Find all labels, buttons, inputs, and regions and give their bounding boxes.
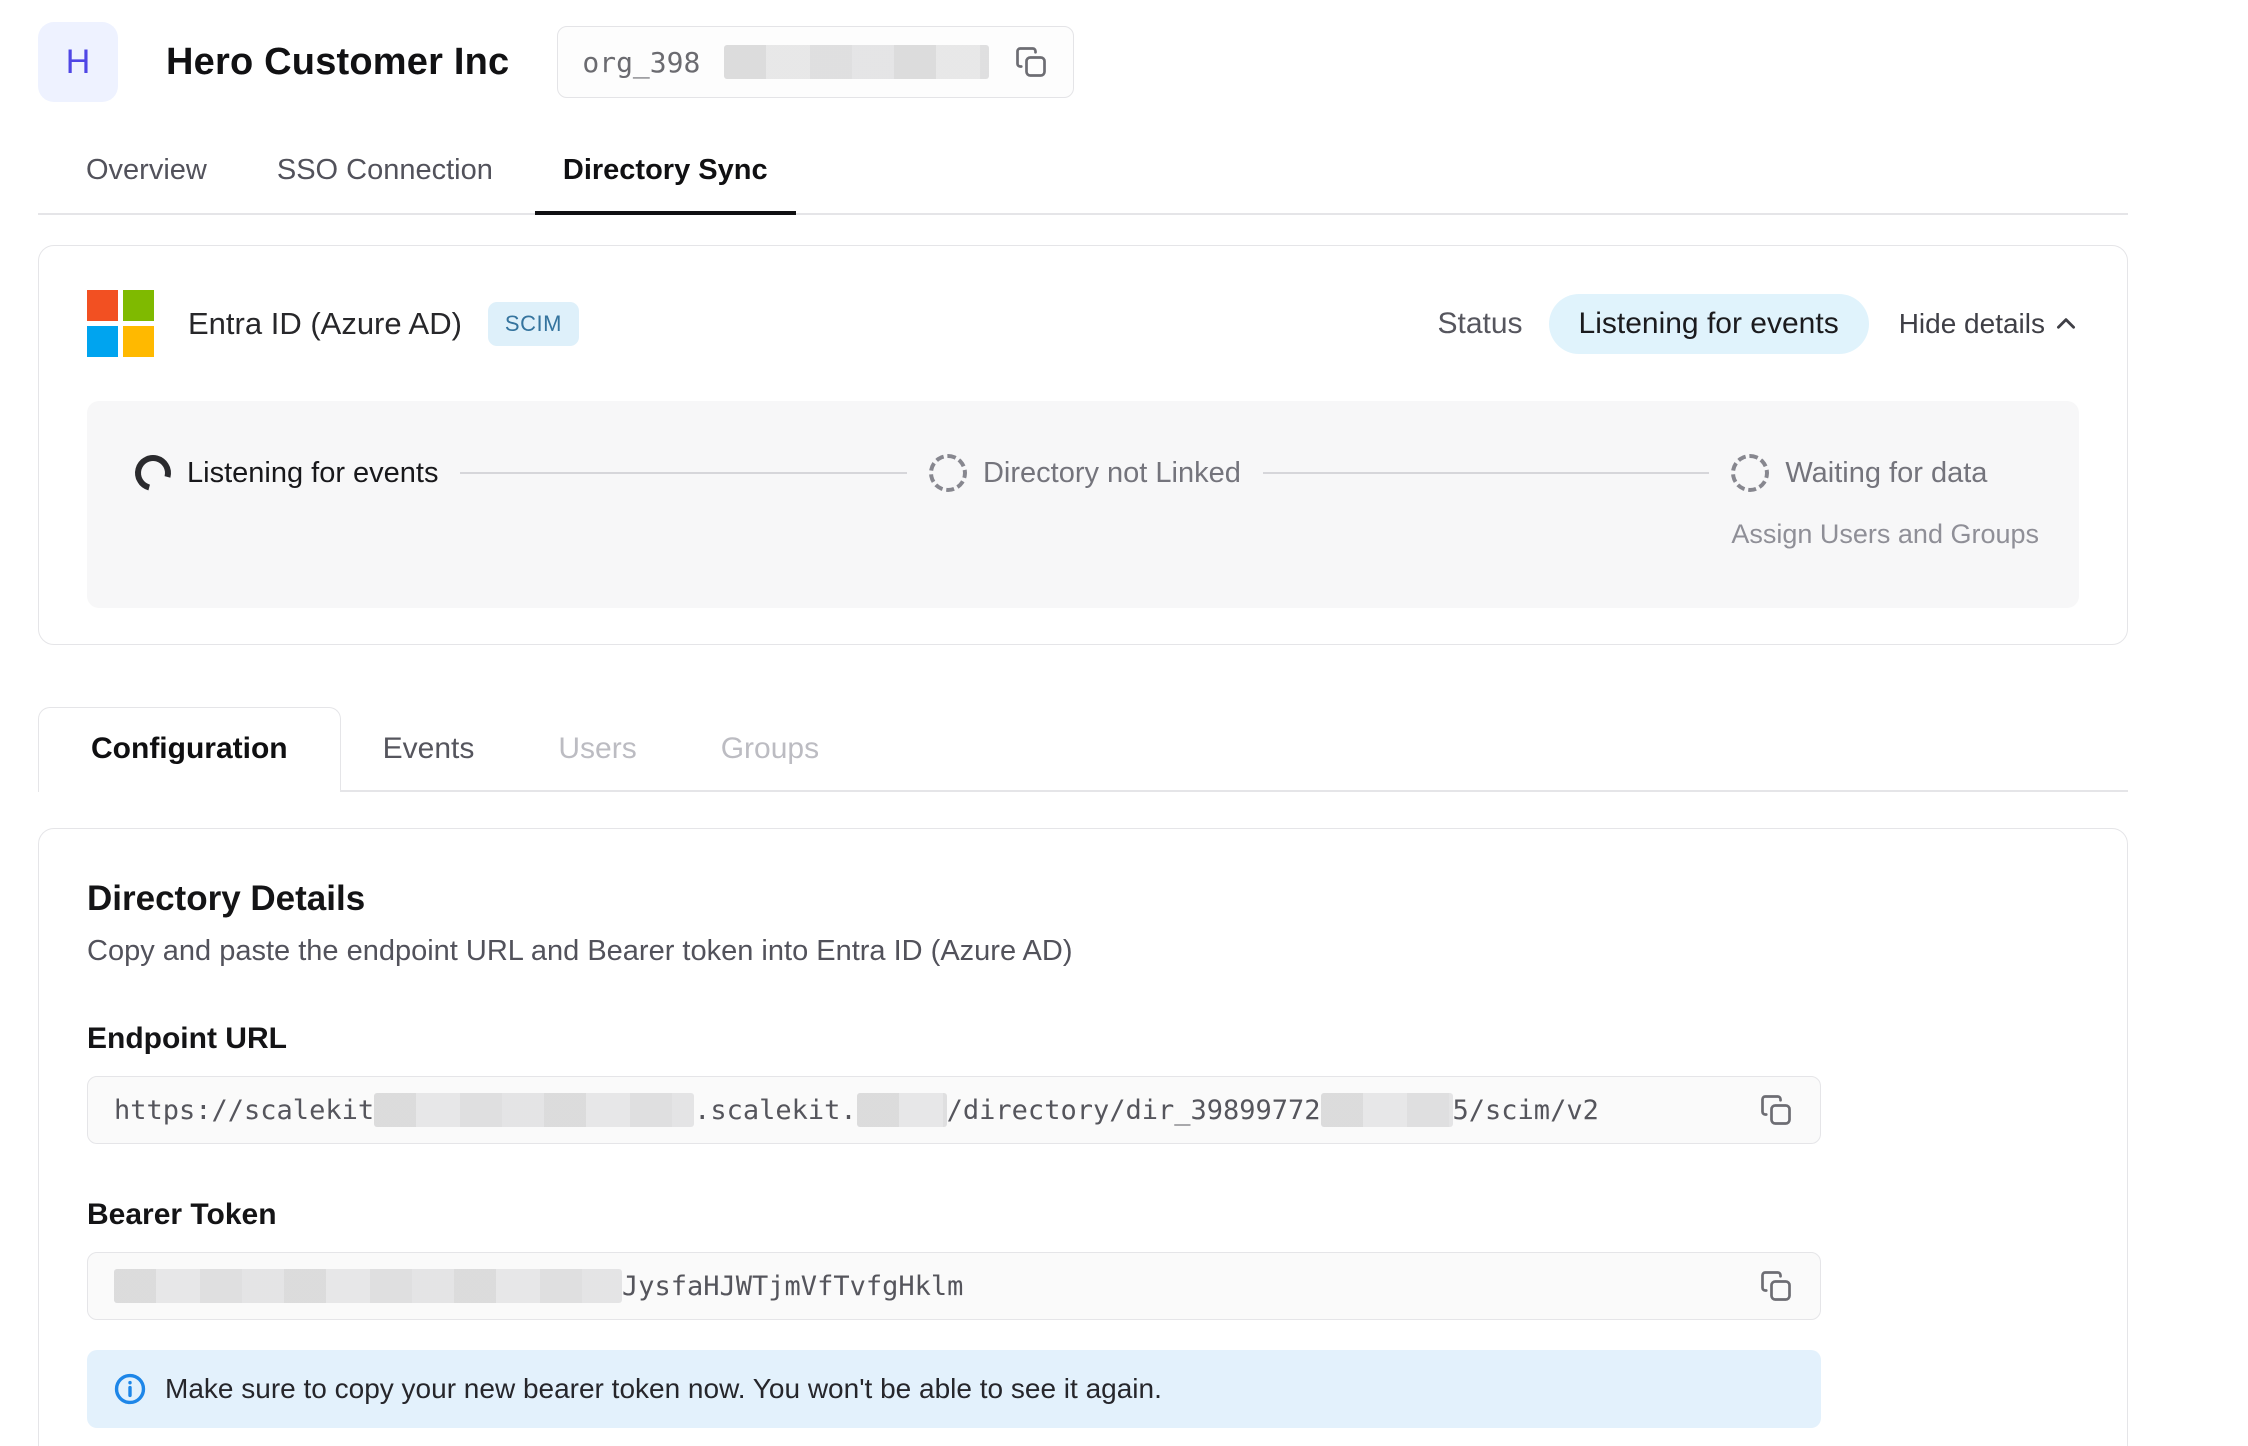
- provider-card-header: Entra ID (Azure AD) SCIM Status Listenin…: [87, 290, 2079, 357]
- sync-progress-stepper: Listening for events Directory not Linke…: [87, 401, 2079, 608]
- dashed-circle-icon: [929, 454, 967, 492]
- subtab-users: Users: [516, 708, 678, 790]
- org-avatar-letter: H: [66, 43, 91, 82]
- tab-sso-connection[interactable]: SSO Connection: [249, 128, 521, 213]
- subtab-groups: Groups: [679, 708, 861, 790]
- section-title: Directory Details: [87, 879, 2079, 919]
- url-redacted-segment: [1321, 1093, 1453, 1127]
- org-id-text: org_398: [582, 46, 700, 79]
- section-subtitle: Copy and paste the endpoint URL and Bear…: [87, 935, 2079, 968]
- url-segment: https://scalekit: [114, 1095, 374, 1126]
- org-id-redacted: [724, 45, 989, 79]
- token-warning-banner: Make sure to copy your new bearer token …: [87, 1350, 1821, 1428]
- provider-name: Entra ID (Azure AD): [188, 306, 462, 342]
- step-waiting-sublabel: Assign Users and Groups: [1731, 519, 2039, 550]
- dashed-circle-icon: [1731, 454, 1769, 492]
- endpoint-url-value: https://scalekit .scalekit. /directory/d…: [114, 1093, 1758, 1127]
- org-tabs: Overview SSO Connection Directory Sync: [38, 128, 2128, 215]
- hide-details-label: Hide details: [1899, 308, 2045, 340]
- org-header: H Hero Customer Inc org_398: [38, 22, 2128, 102]
- url-redacted-segment: [374, 1093, 694, 1127]
- bearer-token-label: Bearer Token: [87, 1198, 2079, 1232]
- url-segment: .scalekit.: [694, 1095, 857, 1126]
- copy-icon: [1758, 1268, 1794, 1304]
- copy-icon: [1013, 44, 1049, 80]
- bearer-token-field[interactable]: JysfaHJWTjmVfTvfgHklm: [87, 1252, 1821, 1320]
- url-segment: 5/scim/v2: [1453, 1095, 1599, 1126]
- url-segment: /directory/dir_39899772: [947, 1095, 1321, 1126]
- directory-sync-page: H Hero Customer Inc org_398 Overview SSO…: [0, 0, 2248, 1446]
- info-icon: [113, 1372, 147, 1406]
- status-label: Status: [1437, 307, 1522, 341]
- hide-details-button[interactable]: Hide details: [1899, 308, 2079, 340]
- token-redacted-segment: [114, 1269, 622, 1303]
- subtab-events[interactable]: Events: [341, 708, 517, 790]
- step-waiting-label: Waiting for data: [1785, 457, 1987, 490]
- tab-overview[interactable]: Overview: [58, 128, 235, 213]
- subtab-configuration[interactable]: Configuration: [38, 707, 341, 792]
- step-directory-not-linked: Directory not Linked: [929, 449, 1241, 497]
- token-segment: JysfaHJWTjmVfTvfgHklm: [622, 1271, 963, 1302]
- bearer-token-copy-button[interactable]: [1758, 1268, 1794, 1304]
- status-badge: Listening for events: [1549, 294, 1869, 354]
- microsoft-logo-icon: [87, 290, 154, 357]
- step-directory-label: Directory not Linked: [983, 457, 1241, 490]
- token-warning-text: Make sure to copy your new bearer token …: [165, 1373, 1162, 1405]
- step-waiting-for-data: Waiting for data Assign Users and Groups: [1731, 449, 2039, 550]
- spinner-icon: [128, 448, 177, 497]
- step-connector: [1263, 472, 1709, 474]
- endpoint-url-copy-button[interactable]: [1758, 1092, 1794, 1128]
- directory-subtabs: Configuration Events Users Groups: [38, 707, 2128, 792]
- tab-directory-sync[interactable]: Directory Sync: [535, 128, 796, 213]
- page-title: Hero Customer Inc: [166, 41, 509, 84]
- copy-icon: [1758, 1092, 1794, 1128]
- endpoint-url-label: Endpoint URL: [87, 1022, 2079, 1056]
- chevron-up-icon: [2053, 311, 2079, 337]
- org-id-copy-button[interactable]: [1013, 44, 1049, 80]
- step-listening: Listening for events: [135, 449, 438, 497]
- step-listening-label: Listening for events: [187, 457, 438, 490]
- url-redacted-segment: [857, 1093, 947, 1127]
- step-connector: [460, 472, 906, 474]
- org-avatar: H: [38, 22, 118, 102]
- bearer-token-value: JysfaHJWTjmVfTvfgHklm: [114, 1269, 1758, 1303]
- provider-card: Entra ID (Azure AD) SCIM Status Listenin…: [38, 245, 2128, 645]
- org-id-chip[interactable]: org_398: [557, 26, 1074, 98]
- directory-details-card: Directory Details Copy and paste the end…: [38, 828, 2128, 1446]
- protocol-badge: SCIM: [488, 302, 579, 346]
- endpoint-url-field[interactable]: https://scalekit .scalekit. /directory/d…: [87, 1076, 1821, 1144]
